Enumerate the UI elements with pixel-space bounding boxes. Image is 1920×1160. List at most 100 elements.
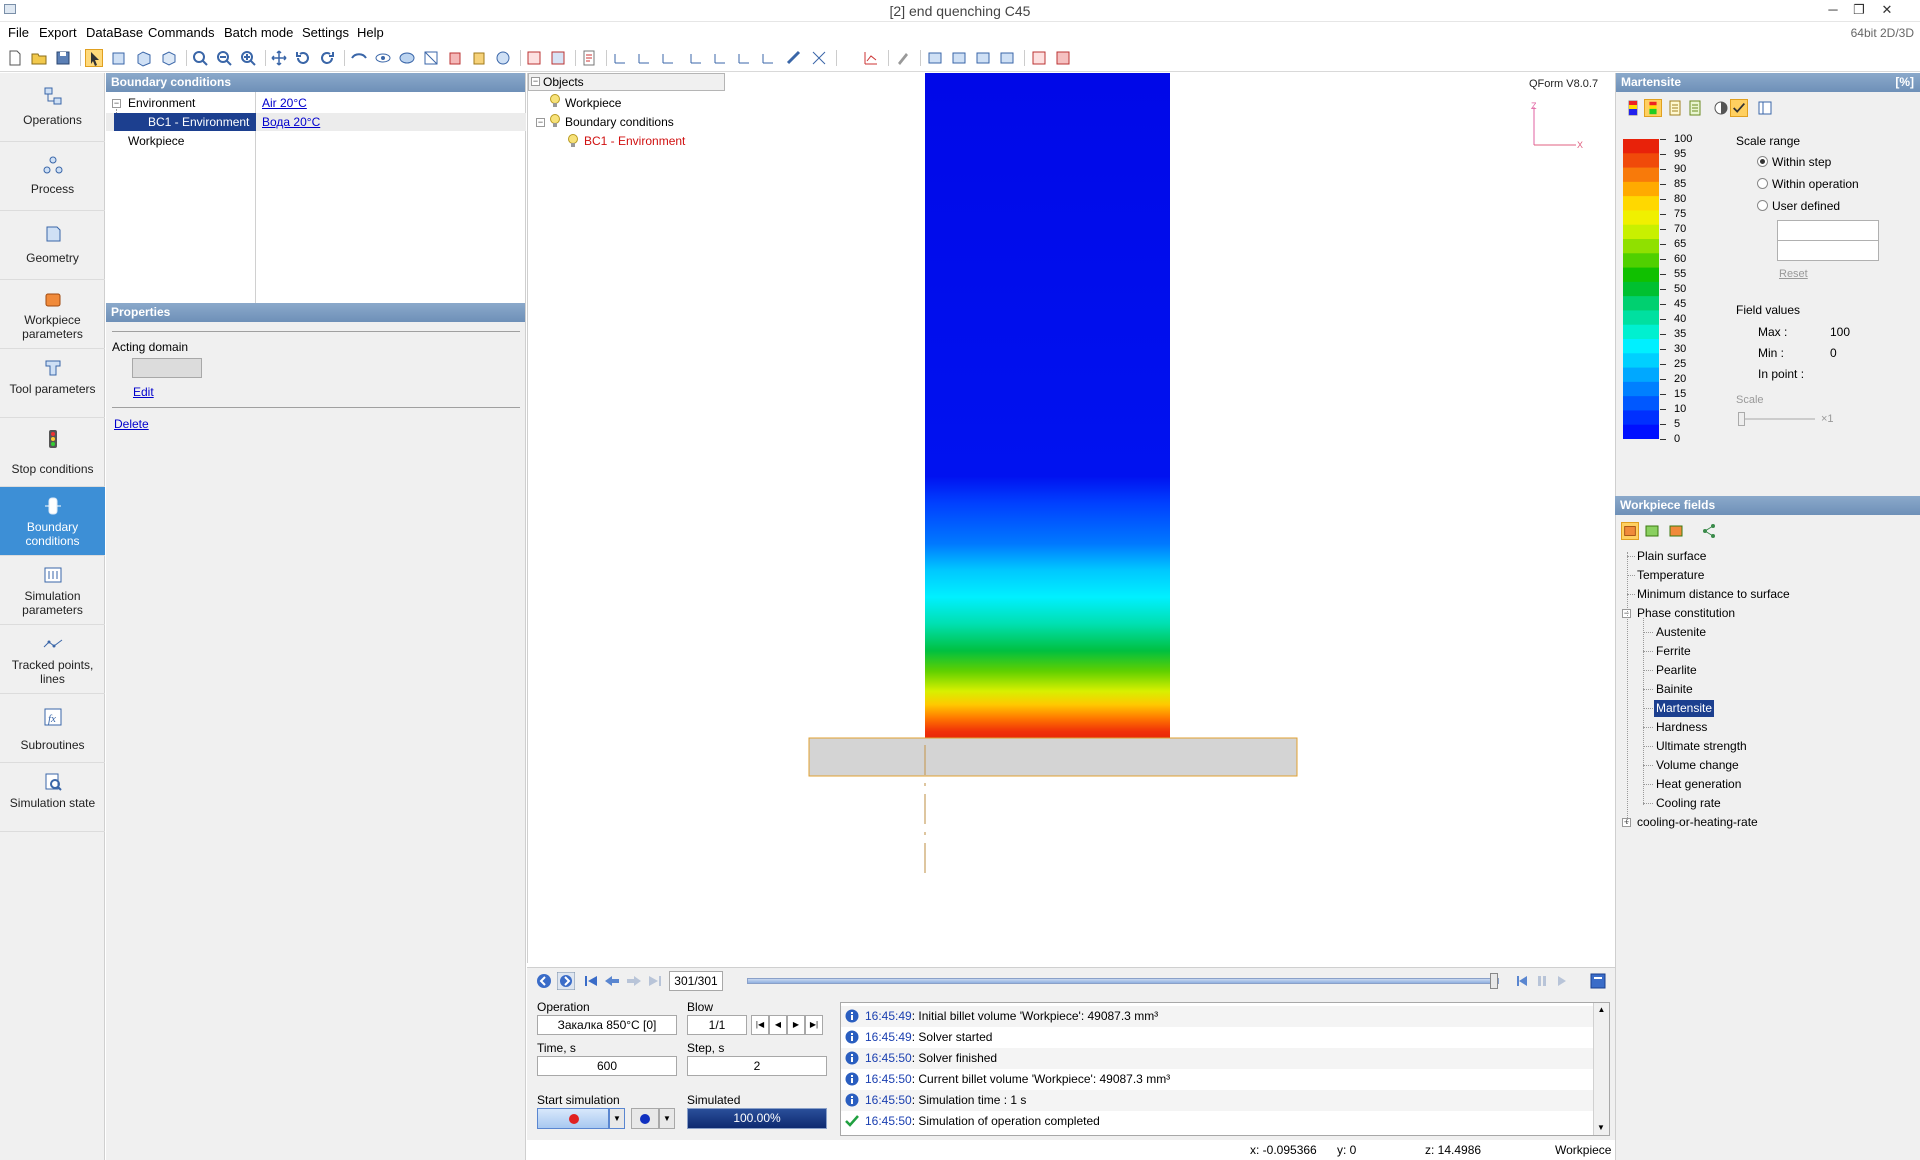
nav-process[interactable]: Process [0,142,105,211]
measure-angle-icon[interactable] [760,49,778,67]
menu-export[interactable]: Export [39,25,77,40]
wireframe-icon[interactable] [422,49,440,67]
prev-frame-icon[interactable] [603,973,621,989]
time-field[interactable]: 600 [537,1056,677,1076]
graph-icon[interactable] [862,49,880,67]
environment-value-link[interactable]: Air 20°C [262,94,307,112]
measure-z-icon[interactable] [660,49,678,67]
user-defined-radio[interactable] [1757,200,1768,211]
blow-next-button[interactable]: ▶ [787,1015,805,1035]
scale-isolines-icon[interactable] [1666,99,1684,117]
tree-item-bc1[interactable]: BC1 - Environment [114,113,256,131]
timeline-handle[interactable] [1490,973,1498,989]
view-front-icon[interactable] [110,49,128,67]
field-item[interactable]: Pearlite [1656,662,1697,679]
rotate-right-icon[interactable] [318,49,336,67]
mesh-icon[interactable] [494,49,512,67]
share-icon[interactable] [1700,522,1718,540]
chart-icon[interactable] [1030,49,1048,67]
field-item[interactable]: Ultimate strength [1656,738,1747,755]
first-frame-icon[interactable] [583,973,599,989]
last-frame-icon[interactable] [647,973,663,989]
scale-slider-handle[interactable] [1738,412,1745,426]
save-icon[interactable] [54,49,72,67]
fields-view-icon[interactable] [1621,522,1639,540]
field-item[interactable]: Bainite [1656,681,1693,698]
field-item[interactable]: Heat generation [1656,776,1741,793]
zoom-window-icon[interactable] [191,49,209,67]
menu-commands[interactable]: Commands [148,25,214,40]
stop-simulation-dropdown[interactable]: ▼ [659,1108,675,1129]
edit-link[interactable]: Edit [133,385,154,399]
nav-simulation-state[interactable]: Simulation state [0,763,105,832]
color-fill-icon[interactable] [470,49,488,67]
field-item[interactable]: Plain surface [1637,548,1706,565]
field-item[interactable]: Martensite [1654,700,1715,717]
field-item[interactable]: Temperature [1637,567,1704,584]
contrast-icon[interactable] [1712,99,1730,117]
blow-last-button[interactable]: ▶| [805,1015,823,1035]
fields-contact-icon[interactable] [1667,522,1685,540]
field-item[interactable]: Volume change [1656,757,1739,774]
blow-prev-button[interactable]: ◀ [769,1015,787,1035]
log-scrollbar[interactable]: ▲ ▼ [1593,1003,1609,1135]
snapshot-icon[interactable] [525,49,543,67]
within-operation-radio[interactable] [1757,178,1768,189]
viewport[interactable]: QForm V8.0.7 Z X [527,73,1615,963]
zoom-fit-icon[interactable] [239,49,257,67]
play-icon[interactable] [1555,973,1569,989]
fields-tool-icon[interactable] [1643,522,1661,540]
restore-button[interactable]: ❐ [1846,0,1872,20]
nav-tool-parameters[interactable]: Tool parameters [0,349,105,418]
stop-simulation-button[interactable] [631,1108,659,1129]
scale-bands-icon[interactable] [1644,99,1662,117]
pause-icon[interactable] [1535,973,1549,989]
nav-simulation-parameters[interactable]: Simulation parameters [0,556,105,625]
field-item[interactable]: Austenite [1656,624,1706,641]
scale-slider-track[interactable] [1740,418,1815,420]
timeline-slider[interactable] [747,978,1499,984]
minimize-button[interactable]: ─ [1820,0,1846,20]
field-item[interactable]: Hardness [1656,719,1707,736]
chart-compare-icon[interactable] [1054,49,1072,67]
select-cursor-icon[interactable] [85,49,103,67]
frame-counter[interactable]: 301/301 [669,971,723,991]
transparency-icon[interactable] [398,49,416,67]
within-step-radio[interactable] [1757,156,1768,167]
start-simulation-dropdown[interactable]: ▼ [609,1108,625,1129]
nav-operations[interactable]: Operations [0,73,105,142]
menu-file[interactable]: File [8,25,29,40]
objects-item-boundary-conditions[interactable]: Boundary conditions [565,113,674,131]
cylinder-icon[interactable] [446,49,464,67]
nav-geometry[interactable]: Geometry [0,211,105,280]
field-item[interactable]: Minimum distance to surface [1637,586,1790,603]
field-item[interactable]: Phase constitution [1637,605,1735,622]
measure-xy-icon[interactable] [688,49,706,67]
new-file-icon[interactable] [6,49,24,67]
window-layout-3-icon[interactable] [974,49,992,67]
report-icon[interactable] [580,49,598,67]
field-item[interactable]: Ferrite [1656,643,1691,660]
zoom-out-icon[interactable] [215,49,233,67]
ruler-icon[interactable] [785,49,803,67]
bc1-value-link[interactable]: Вода 20°C [262,113,320,131]
close-button[interactable]: ✕ [1874,0,1900,20]
rotate-left-icon[interactable] [294,49,312,67]
scroll-down-icon[interactable]: ▼ [1594,1121,1608,1135]
menu-batch-mode[interactable]: Batch mode [224,25,293,40]
view-iso-icon[interactable] [160,49,178,67]
start-simulation-button[interactable] [537,1108,609,1129]
operation-field[interactable]: Закалка 850°C [0] [537,1015,677,1035]
delete-link[interactable]: Delete [114,417,149,431]
forward-circle-icon[interactable] [557,972,575,990]
measure-y-icon[interactable] [636,49,654,67]
measure-x-icon[interactable] [612,49,630,67]
menu-settings[interactable]: Settings [302,25,349,40]
measure-xz-icon[interactable] [736,49,754,67]
scroll-up-icon[interactable]: ▲ [1594,1003,1609,1017]
distance-icon[interactable] [810,49,828,67]
animation-icon[interactable] [549,49,567,67]
field-item[interactable]: cooling-or-heating-rate [1637,814,1758,831]
scale-colors-icon[interactable] [1624,99,1642,117]
section-icon[interactable] [350,49,368,67]
